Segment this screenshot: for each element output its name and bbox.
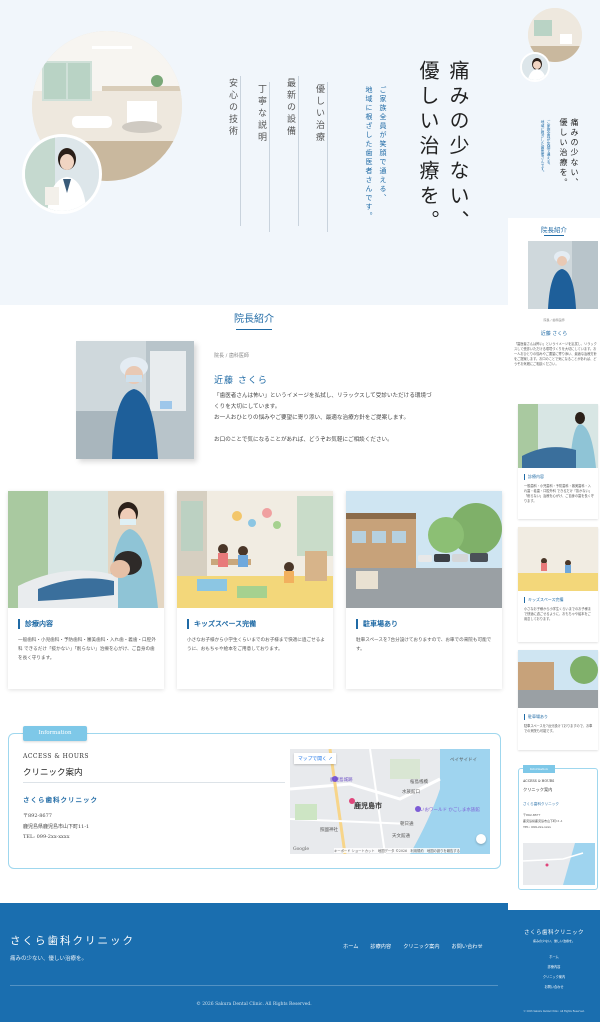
footer-copyright: © 2026 Sakura Dental Clinic. All Rights … xyxy=(196,1002,312,1007)
mobile-footer-nav-clinic[interactable]: クリニック案内 xyxy=(508,974,600,979)
mobile-info-eyebrow: ACCESS & HOURS xyxy=(523,779,555,783)
map-place-aquarium-stop: 水族館口 xyxy=(402,790,420,795)
footer-tagline: 痛みの少ない、優しい治療を。 xyxy=(10,956,88,962)
clinic-tel: TEL: 099-2xx-xxxx xyxy=(23,834,70,840)
map-place-castle: 鹿児島城跡 xyxy=(330,778,353,783)
mobile-info-title: クリニック案内 xyxy=(523,787,553,792)
mobile-service-title: 診療内容 xyxy=(524,474,544,480)
mobile-footer-tagline: 痛みの少ない、優しい治療を。 xyxy=(532,939,575,943)
mobile-footer-nav-contact[interactable]: お問い合わせ xyxy=(508,984,600,989)
mobile-footer-copyright: © 2026 Sakura Dental Clinic. All Rights … xyxy=(523,1010,585,1013)
director-message-1: 「歯医者さんは怖い」というイメージを払拭し、リラックスして受診いただける環境づく… xyxy=(214,393,432,410)
site-footer: さくら歯科クリニック 痛みの少ない、優しい治療を。 ホーム 診療内容 クリニック… xyxy=(0,903,508,1022)
mobile-preview: 痛みの少ない、 優しい治療を。 ご家族全員が笑顔で通える、 地域に根ざした歯医者… xyxy=(508,0,600,1022)
treatment-photo xyxy=(8,491,164,608)
map-place-shrine: 照國神社 xyxy=(320,828,338,833)
kids-space-photo xyxy=(177,491,333,608)
footer-nav: ホーム 診療内容 クリニック案内 お問い合わせ xyxy=(343,943,483,950)
map-place-pier: 桜島桟橋 xyxy=(410,780,428,785)
clinic-zip: 〒892-8677 xyxy=(23,813,52,819)
doctor-portrait-photo xyxy=(22,134,102,214)
map-open-button[interactable]: マップで開く ↗ xyxy=(294,753,337,764)
mobile-service-text: 小さなお子様から小学生くらいまでのお子様まで快適に過ごせるように、おもちゃや絵本… xyxy=(524,607,591,621)
mobile-footer-title: さくら歯科クリニック xyxy=(523,930,584,936)
feature-gentle: 優しい治療 xyxy=(314,84,324,144)
mobile-lead: ご家族全員が笑顔で通える、 地域に根ざした歯医者さんです。 xyxy=(541,120,551,174)
info-tag: Information xyxy=(23,726,87,741)
feature-explanation: 丁寧な説明 xyxy=(256,84,266,144)
clinic-info-section: Information ACCESS & HOURS クリニック案内 さくら歯科… xyxy=(8,726,501,869)
mobile-info-box: Information ACCESS & HOURS クリニック案内 さくら歯科… xyxy=(518,765,598,890)
service-text: 駐車スペースを7台分設けておりますので、お車での来院も可能です。 xyxy=(356,638,492,652)
map-footer: キーボード ショートカット 地図データ ©2026 利用規約 地図の誤りを報告す… xyxy=(334,848,460,853)
mobile-info-tag: Information xyxy=(523,765,555,773)
footer-nav-services[interactable]: 診療内容 xyxy=(370,943,391,950)
mobile-card-treatment: 診療内容 一般歯科・小児歯科・予防歯科・審美歯科・入れ歯・義歯・口腔外科 できる… xyxy=(518,404,598,519)
mobile-director-role: 院長 / 歯科医師 xyxy=(543,318,565,322)
mobile-card-kids: キッズスペース完備 小さなお子様から小学生くらいまでのお子様まで快適に過ごせるよ… xyxy=(518,527,598,642)
service-text: 小さなお子様から小学生くらいまでのお子様まで快適に過ごせるように、おもちゃや絵本… xyxy=(187,638,325,652)
mobile-service-text: 駐車スペースを7台分設けておりますので、お車での来院も可能です。 xyxy=(524,724,593,733)
service-text: 一般歯科・小児歯科・予防歯科・審美歯科・入れ歯・義歯・口腔外科 できるだけ「抜か… xyxy=(18,638,156,661)
map-embed[interactable]: マップで開く ↗ 鹿児島城跡 鹿児島市 照國神社 桜島桟橋 水族館口 朝日通 天… xyxy=(290,749,490,854)
director-role: 院長 / 歯科医師 xyxy=(214,353,249,359)
footer-nav-home[interactable]: ホーム xyxy=(343,943,358,950)
mobile-director-photo xyxy=(528,241,598,309)
director-message-3: お口のことで気になることがあれば、どうぞお気軽にご相談ください。 xyxy=(214,437,393,443)
mobile-footer-nav-home[interactable]: ホーム xyxy=(508,954,600,959)
mobile-clinic-tel: TEL: 099-2xx-xxxx xyxy=(523,825,551,829)
feature-equipment: 最新の設備 xyxy=(285,78,295,138)
clinic-address: 鹿児島県鹿児島市山下町11-1 xyxy=(23,824,90,830)
external-link-icon: ↗ xyxy=(328,757,333,762)
mobile-service-title: キッズスペース完備 xyxy=(524,597,564,603)
map-place-asahi: 朝日通 xyxy=(400,822,414,827)
map-city-label: 鹿児島市 xyxy=(354,801,382,810)
service-title: 診療内容 xyxy=(18,619,53,629)
director-section: 院長紹介 院長 / 歯科医師 近藤 さくら 「歯医者さんは怖い」というイメージを… xyxy=(0,305,508,480)
mobile-clinic-address: 鹿児島県鹿児島市山下町11-1 xyxy=(523,819,563,823)
mobile-card-parking: 駐車場あり 駐車スペースを7台分設けておりますので、お車での来院も可能です。 xyxy=(518,650,598,750)
clinic-name: さくら歯科クリニック xyxy=(23,796,98,804)
parking-photo xyxy=(346,491,502,608)
director-name: 近藤 さくら xyxy=(214,376,268,386)
service-title: 駐車場あり xyxy=(356,619,398,629)
mobile-director-heading: 院長紹介 xyxy=(541,226,567,234)
desktop-page: 痛みの少ない、 優しい治療を。 ご家族全員が笑顔で通える、 地域に根ざした歯医者… xyxy=(0,0,508,1022)
service-card-treatment: 診療内容 一般歯科・小児歯科・予防歯科・審美歯科・入れ歯・義歯・口腔外科 できる… xyxy=(8,491,164,689)
map-zoom-control[interactable] xyxy=(476,834,486,844)
feature-technique: 安心の技術 xyxy=(227,78,237,138)
hero-headline: 痛みの少ない、 優しい治療を。 xyxy=(416,60,470,235)
map-place-tenmonkan: 天文館通 xyxy=(392,834,410,839)
service-card-parking: 駐車場あり 駐車スペースを7台分設けておりますので、お車での来院も可能です。 xyxy=(346,491,502,689)
mobile-map-embed[interactable] xyxy=(523,843,595,885)
footer-nav-clinic[interactable]: クリニック案内 xyxy=(403,943,439,950)
mobile-footer-nav-services[interactable]: 診療内容 xyxy=(508,964,600,969)
mobile-clinic-name: さくら歯科クリニック xyxy=(523,802,559,806)
info-eyebrow: ACCESS & HOURS xyxy=(23,753,90,760)
mobile-footer: さくら歯科クリニック 痛みの少ない、優しい治療を。 ホーム 診療内容 クリニック… xyxy=(508,910,600,1022)
mobile-hero: 痛みの少ない、 優しい治療を。 ご家族全員が笑顔で通える、 地域に根ざした歯医者… xyxy=(508,0,600,218)
service-title: キッズスペース完備 xyxy=(187,619,256,629)
mobile-headline: 痛みの少ない、 優しい治療を。 xyxy=(559,118,579,188)
hero-section: 痛みの少ない、 優しい治療を。 ご家族全員が笑顔で通える、 地域に根ざした歯医者… xyxy=(0,0,508,305)
mobile-service-text: 一般歯科・小児歯科・予防歯科・審美歯科・入れ歯・義歯・口腔外科 できるだけ「抜か… xyxy=(524,484,594,503)
mobile-director-name: 近藤 さくら xyxy=(540,331,568,337)
mobile-service-title: 駐車場あり xyxy=(524,714,548,720)
director-message-2: お一人おひとりの悩みやご要望に寄り添い、最適な治療方針をご提案します。 xyxy=(214,415,410,421)
map-google-logo: Google xyxy=(293,847,309,852)
map-place-aquarium: いおワールド かごしま水族館 xyxy=(420,808,480,813)
director-photo xyxy=(76,341,194,459)
mobile-clinic-zip: 〒892-8677 xyxy=(523,813,541,817)
info-title: クリニック案内 xyxy=(23,768,83,778)
map-place-bayside: ベイサイドイ xyxy=(450,758,477,763)
footer-title: さくら歯科クリニック xyxy=(10,935,135,947)
mobile-director-message: 「歯医者さんは怖い」というイメージを払拭し、リラックスして受診いただける環境づく… xyxy=(514,342,597,366)
director-heading: 院長紹介 xyxy=(234,314,274,325)
mobile-doctor-photo xyxy=(520,52,550,82)
hero-lead: ご家族全員が笑顔で通える、 地域に根ざした歯医者さんです。 xyxy=(365,86,387,221)
footer-nav-contact[interactable]: お問い合わせ xyxy=(452,943,483,950)
service-card-kids: キッズスペース完備 小さなお子様から小学生くらいまでのお子様まで快適に過ごせるよ… xyxy=(177,491,333,689)
